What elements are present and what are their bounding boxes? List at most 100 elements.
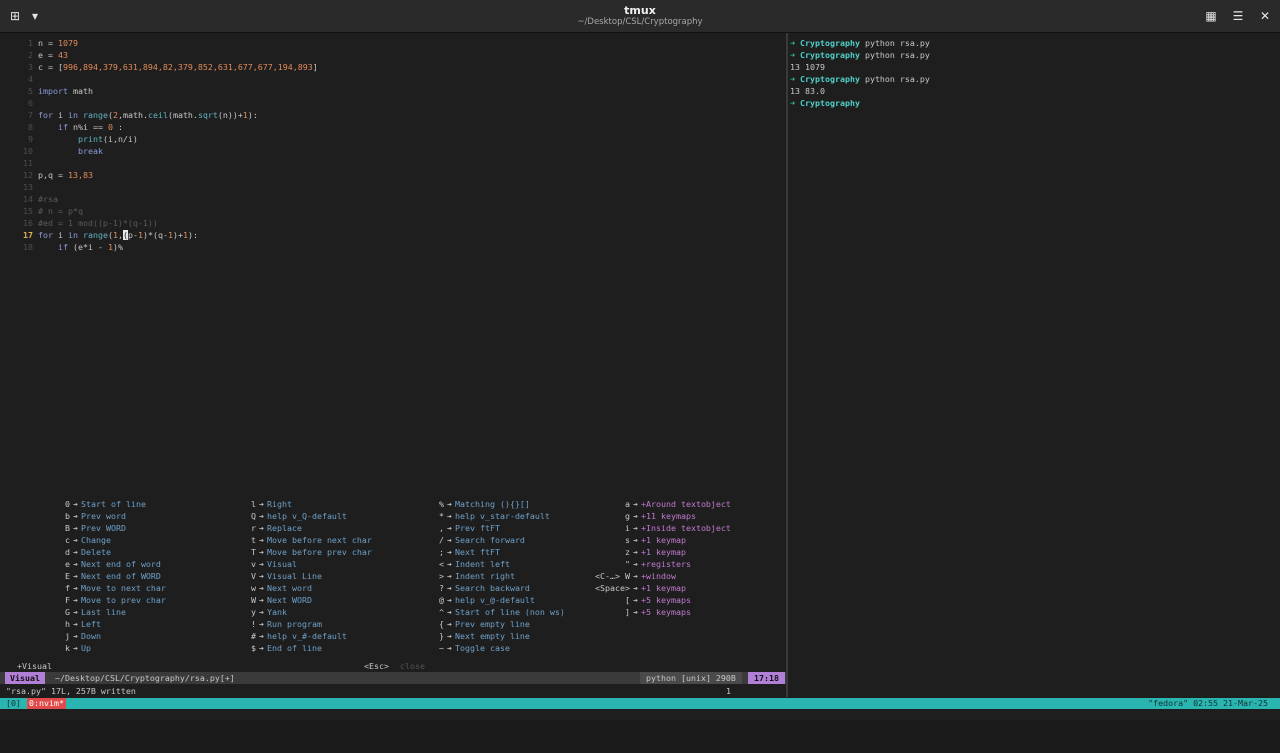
which-key-key: <Space> <box>595 583 630 593</box>
arrow-right-icon: ➔ <box>447 523 452 533</box>
code-line[interactable]: 8 if n%i == 0 : <box>0 121 123 133</box>
line-number: 9 <box>28 134 33 144</box>
code-line[interactable]: 2 e = 43 <box>0 49 68 61</box>
code-line[interactable]: 6 <box>0 97 38 109</box>
which-key-description: help v_#-default <box>267 631 347 641</box>
which-key-description: +registers <box>641 559 691 569</box>
which-key-description: +Around textobject <box>641 499 731 509</box>
which-key-footer: +Visual <Esc> close <box>0 660 786 672</box>
which-key-description: Visual Line <box>267 571 322 581</box>
arrow-right-icon: ➔ <box>633 547 638 557</box>
line-text: break <box>77 146 103 156</box>
which-key-key: i <box>625 523 630 533</box>
terminal-area[interactable]: 1 n = 1079 2 e = 43 3 c = [996,894,379,631,89… <box>0 33 1280 720</box>
which-key-entry: k ➔ Up <box>40 642 91 654</box>
which-key-key: $ <box>251 643 256 653</box>
which-key-key: <C-…> W <box>595 571 630 581</box>
line-number: 10 <box>23 146 33 156</box>
arrow-right-icon: ➔ <box>259 535 264 545</box>
arrow-right-icon: ➔ <box>73 511 78 521</box>
which-key-description: Move to prev char <box>81 595 166 605</box>
code-line[interactable]: 14 #rsa <box>0 193 58 205</box>
arrow-right-icon: ➔ <box>259 547 264 557</box>
nvim-statusline: Visual ~/Desktop/CSL/Cryptography/rsa.py… <box>0 672 786 684</box>
cursor-position: 17:18 <box>748 672 785 684</box>
line-number: 15 <box>23 206 33 216</box>
code-line[interactable]: 13 <box>0 181 38 193</box>
close-icon[interactable]: ✕ <box>1256 7 1274 25</box>
line-number: 4 <box>28 74 33 84</box>
which-key-key: % <box>439 499 444 509</box>
shell-output: 13 1079 <box>790 62 825 72</box>
code-line[interactable]: 15 # n = p*q <box>0 205 83 217</box>
which-key-description: help v_star-default <box>455 511 550 521</box>
code-line[interactable]: 12 p,q = 13,83 <box>0 169 93 181</box>
code-line[interactable]: 7 for i in range(2,math.ceil(math.sqrt(n)… <box>0 109 258 121</box>
which-key-description: Start of line (non ws) <box>455 607 565 617</box>
which-key-entry: / ➔ Search forward <box>414 534 525 546</box>
code-line[interactable]: 1 n = 1079 <box>0 37 78 49</box>
code-line[interactable]: 16 #ed = 1 mod((p-1)*(q-1)) <box>0 217 158 229</box>
arrow-right-icon: ➔ <box>447 559 452 569</box>
which-key-entry: ~ ➔ Toggle case <box>414 642 510 654</box>
which-key-description: Up <box>81 643 91 653</box>
tmux-status-bar: [0] 0:nvim* "fedora" 02:55 21-Mar-25 <box>0 698 1280 709</box>
which-key-key: e <box>65 559 70 569</box>
code-line[interactable]: 17 for i in range(1,(p-1)*(q-1)+1): <box>0 229 198 241</box>
arrow-right-icon: ➔ <box>633 595 638 605</box>
which-key-entry: * ➔ help v_star-default <box>414 510 550 522</box>
which-key-popup: 0 ➔ Start of line b ➔ Prev word B ➔ Prev WORD c ➔ C… <box>0 492 786 662</box>
which-key-description: Next ftFT <box>455 547 500 557</box>
tmux-window-tab[interactable]: 0:nvim* <box>27 698 66 709</box>
arrow-right-icon: ➔ <box>259 643 264 653</box>
which-key-description: Prev ftFT <box>455 523 500 533</box>
code-line[interactable]: 9 print(i,n/i) <box>0 133 138 145</box>
which-key-description: +5 keymaps <box>641 607 691 617</box>
which-key-key: W <box>251 595 256 605</box>
line-number: 16 <box>23 218 33 228</box>
code-line[interactable]: 11 <box>0 157 38 169</box>
which-key-entry: t ➔ Move before next char <box>226 534 372 546</box>
line-number: 2 <box>28 50 33 60</box>
arrow-right-icon: ➔ <box>259 583 264 593</box>
prompt-directory: Cryptography <box>800 50 860 60</box>
arrow-right-icon: ➔ <box>447 607 452 617</box>
prompt-arrow-icon: ➜ <box>790 98 800 108</box>
which-key-description: Indent left <box>455 559 510 569</box>
which-key-entry: r ➔ Replace <box>226 522 302 534</box>
code-line[interactable]: 10 break <box>0 145 103 157</box>
which-key-description: Matching (){}[] <box>455 499 530 509</box>
line-number: 6 <box>28 98 33 108</box>
which-key-entry: <Space> ➔ +1 keymap <box>570 582 686 594</box>
which-key-description: Replace <box>267 523 302 533</box>
which-key-description: +1 keymap <box>641 583 686 593</box>
which-key-key: s <box>625 535 630 545</box>
which-key-description: Move before next char <box>267 535 372 545</box>
which-key-key: T <box>251 547 256 557</box>
code-line[interactable]: 18 if (e*i - 1)% <box>0 241 123 253</box>
nvim-editor-pane[interactable]: 1 n = 1079 2 e = 43 3 c = [996,894,379,631,89… <box>0 33 786 698</box>
which-key-entry: 0 ➔ Start of line <box>40 498 146 510</box>
arrow-right-icon: ➔ <box>633 559 638 569</box>
which-key-esc-key: <Esc> <box>364 661 389 671</box>
shell-pane[interactable]: ➜ Cryptography python rsa.py ➜ Cryptograp… <box>790 37 1280 109</box>
which-key-key: v <box>251 559 256 569</box>
hamburger-icon[interactable]: ☰ <box>1229 7 1247 25</box>
code-line[interactable]: 4 <box>0 73 38 85</box>
pane-divider[interactable] <box>786 33 788 697</box>
which-key-key: E <box>65 571 70 581</box>
tmux-session: [0] <box>6 698 21 708</box>
which-key-key: " <box>625 559 630 569</box>
tmux-host-clock: "fedora" 02:55 21-Mar-25 <box>1148 698 1268 708</box>
which-key-entry: c ➔ Change <box>40 534 111 546</box>
which-key-description: Down <box>81 631 101 641</box>
which-key-key: t <box>251 535 256 545</box>
which-key-description: Next empty line <box>455 631 530 641</box>
line-number: 7 <box>28 110 33 120</box>
code-line[interactable]: 5 import math <box>0 85 93 97</box>
code-line[interactable]: 3 c = [996,894,379,631,894,82,379,852,631… <box>0 61 318 73</box>
grid-icon[interactable]: ▦ <box>1202 7 1220 25</box>
which-key-description: End of line <box>267 643 322 653</box>
which-key-entry: E ➔ Next end of WORD <box>40 570 161 582</box>
window-titlebar: ⊞ ▾ tmux ~/Desktop/CSL/Cryptography ▦ ☰ … <box>0 0 1280 33</box>
